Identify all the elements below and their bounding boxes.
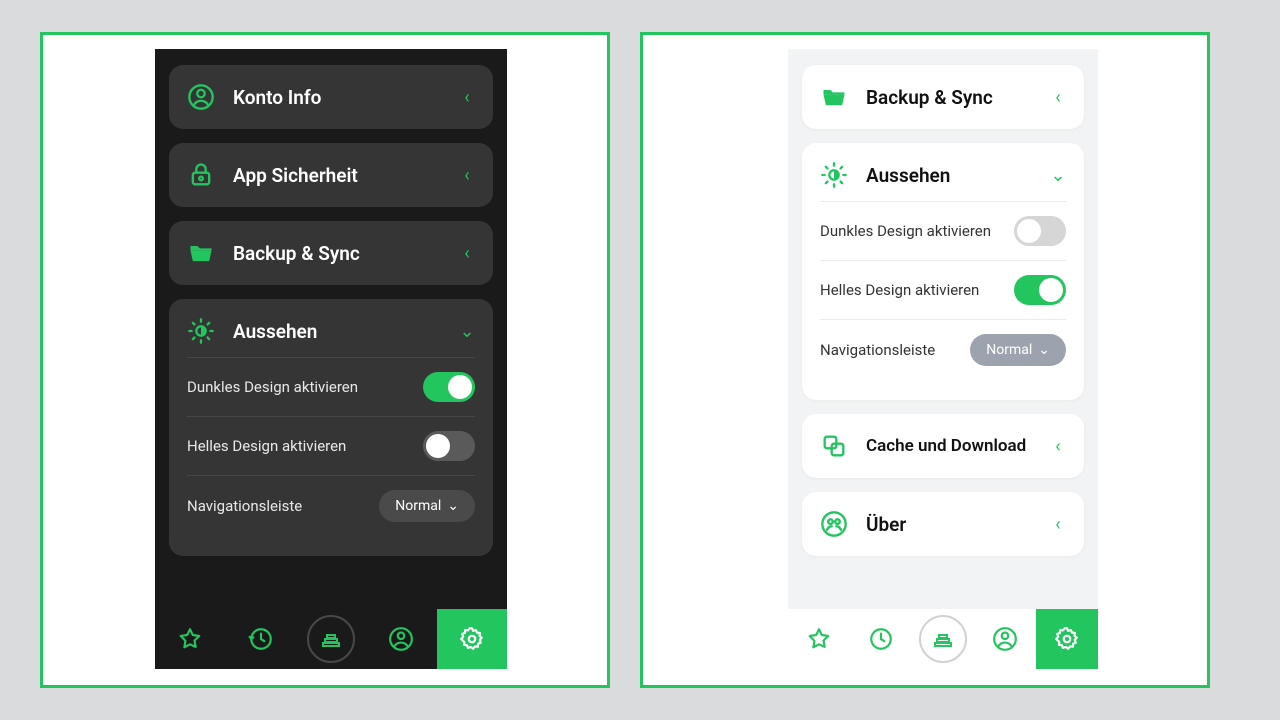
nav-account[interactable] — [974, 609, 1036, 669]
nav-library[interactable] — [296, 609, 366, 669]
navbar-style-select[interactable]: Normal ⌄ — [379, 490, 475, 522]
light-theme-toggle[interactable] — [1014, 275, 1066, 305]
light-theme-toggle-row: Helles Design aktivieren — [820, 260, 1066, 319]
chevron-left-icon: ‹ — [1050, 87, 1066, 108]
row-label: Dunkles Design aktivieren — [820, 222, 991, 240]
user-circle-icon — [992, 626, 1018, 652]
brightness-icon — [187, 317, 215, 345]
navbar-style-value: Normal — [395, 498, 441, 514]
bottom-nav — [788, 609, 1098, 669]
setting-label: Backup & Sync — [233, 242, 441, 265]
dark-theme-toggle-row: Dunkles Design aktivieren — [820, 201, 1066, 260]
chevron-down-icon: ⌄ — [447, 498, 459, 514]
row-label: Helles Design aktivieren — [820, 281, 979, 299]
nav-library[interactable] — [912, 609, 974, 669]
row-label: Helles Design aktivieren — [187, 437, 346, 455]
setting-label: Backup & Sync — [866, 86, 1032, 109]
layers-icon — [820, 432, 848, 460]
setting-cache-download[interactable]: Cache und Download ‹ — [802, 414, 1084, 478]
setting-label: Cache und Download — [866, 436, 1032, 456]
settings-list-light: Backup & Sync ‹ Aussehen ⌄ Dunkles Desig… — [788, 49, 1098, 609]
navbar-style-row: Navigationsleiste Normal ⌄ — [187, 475, 475, 536]
chevron-down-icon: ⌄ — [1050, 165, 1066, 186]
dark-phone: Konto Info ‹ App Sicherheit ‹ Backup & S… — [155, 49, 507, 669]
nav-account[interactable] — [366, 609, 436, 669]
setting-backup-sync[interactable]: Backup & Sync ‹ — [802, 65, 1084, 129]
chevron-left-icon: ‹ — [1050, 436, 1066, 457]
light-phone: Backup & Sync ‹ Aussehen ⌄ Dunkles Desig… — [788, 49, 1098, 669]
navbar-style-row: Navigationsleiste Normal ⌄ — [820, 319, 1066, 380]
folder-open-icon — [820, 83, 848, 111]
chevron-down-icon: ⌄ — [1038, 342, 1050, 358]
setting-label: Aussehen — [866, 164, 1032, 187]
history-icon — [868, 626, 894, 652]
nav-settings-active[interactable] — [437, 609, 507, 669]
brightness-icon — [820, 161, 848, 189]
light-theme-frame: Backup & Sync ‹ Aussehen ⌄ Dunkles Desig… — [640, 32, 1210, 688]
setting-label: App Sicherheit — [233, 164, 441, 187]
nav-favorites[interactable] — [155, 609, 225, 669]
light-theme-toggle[interactable] — [423, 431, 475, 461]
dark-theme-toggle[interactable] — [1014, 216, 1066, 246]
setting-appearance-header[interactable]: Aussehen ⌄ — [820, 161, 1066, 201]
navbar-style-select[interactable]: Normal ⌄ — [970, 334, 1066, 366]
gear-icon — [459, 626, 485, 652]
users-circle-icon — [820, 510, 848, 538]
setting-label: Über — [866, 513, 1032, 536]
setting-about[interactable]: Über ‹ — [802, 492, 1084, 556]
row-label: Navigationsleiste — [187, 497, 302, 515]
star-icon — [806, 626, 832, 652]
nav-center-highlight — [919, 615, 967, 663]
folder-open-icon — [187, 239, 215, 267]
chevron-down-icon: ⌄ — [459, 321, 475, 342]
nav-history[interactable] — [225, 609, 295, 669]
chevron-left-icon: ‹ — [459, 87, 475, 108]
setting-label: Aussehen — [233, 320, 441, 343]
history-icon — [248, 626, 274, 652]
gear-icon — [1054, 626, 1080, 652]
setting-account-info[interactable]: Konto Info ‹ — [169, 65, 493, 129]
files-icon — [931, 627, 955, 651]
setting-appearance-expanded: Aussehen ⌄ Dunkles Design aktivieren Hel… — [169, 299, 493, 556]
setting-app-security[interactable]: App Sicherheit ‹ — [169, 143, 493, 207]
navbar-style-value: Normal — [986, 342, 1032, 358]
setting-backup-sync[interactable]: Backup & Sync ‹ — [169, 221, 493, 285]
nav-history[interactable] — [850, 609, 912, 669]
setting-label: Konto Info — [233, 86, 441, 109]
settings-list-dark: Konto Info ‹ App Sicherheit ‹ Backup & S… — [155, 49, 507, 609]
star-icon — [177, 626, 203, 652]
dark-theme-frame: Konto Info ‹ App Sicherheit ‹ Backup & S… — [40, 32, 610, 688]
dark-theme-toggle[interactable] — [423, 372, 475, 402]
nav-center-highlight — [307, 615, 355, 663]
lock-icon — [187, 161, 215, 189]
row-label: Navigationsleiste — [820, 341, 935, 359]
dark-theme-toggle-row: Dunkles Design aktivieren — [187, 357, 475, 416]
chevron-left-icon: ‹ — [1050, 514, 1066, 535]
nav-settings-active[interactable] — [1036, 609, 1098, 669]
nav-favorites[interactable] — [788, 609, 850, 669]
chevron-left-icon: ‹ — [459, 165, 475, 186]
files-icon — [319, 627, 343, 651]
setting-appearance-header[interactable]: Aussehen ⌄ — [187, 317, 475, 357]
bottom-nav — [155, 609, 507, 669]
chevron-left-icon: ‹ — [459, 243, 475, 264]
user-circle-icon — [388, 626, 414, 652]
row-label: Dunkles Design aktivieren — [187, 378, 358, 396]
user-circle-icon — [187, 83, 215, 111]
setting-appearance-expanded: Aussehen ⌄ Dunkles Design aktivieren Hel… — [802, 143, 1084, 400]
light-theme-toggle-row: Helles Design aktivieren — [187, 416, 475, 475]
